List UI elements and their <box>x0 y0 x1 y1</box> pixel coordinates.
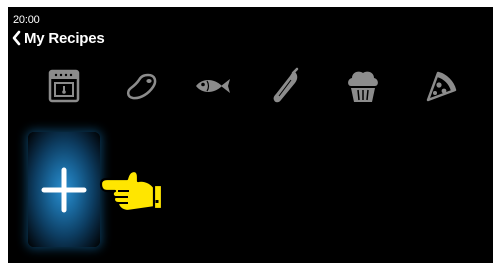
back-button[interactable]: My Recipes <box>11 26 105 50</box>
category-vegetable[interactable] <box>264 61 308 111</box>
pointing-hand-icon <box>99 169 164 213</box>
zucchini-icon <box>273 67 299 103</box>
page-title: My Recipes <box>24 29 105 47</box>
category-dessert[interactable] <box>341 61 385 111</box>
fish-icon <box>196 79 230 93</box>
pizza-icon <box>426 71 457 102</box>
oven-display-screen: 20:00 My Recipes <box>8 7 493 263</box>
category-meat[interactable] <box>120 61 164 111</box>
chevron-left-icon <box>12 30 21 46</box>
add-recipe-button[interactable] <box>28 132 100 247</box>
category-oven[interactable] <box>42 61 86 111</box>
muffin-icon <box>348 71 378 102</box>
category-row <box>8 61 493 111</box>
plus-icon <box>41 167 87 213</box>
oven-icon <box>48 69 80 103</box>
category-pizza[interactable] <box>419 61 463 111</box>
meat-icon <box>127 73 157 100</box>
category-fish[interactable] <box>190 61 234 111</box>
status-time: 20:00 <box>13 14 40 26</box>
